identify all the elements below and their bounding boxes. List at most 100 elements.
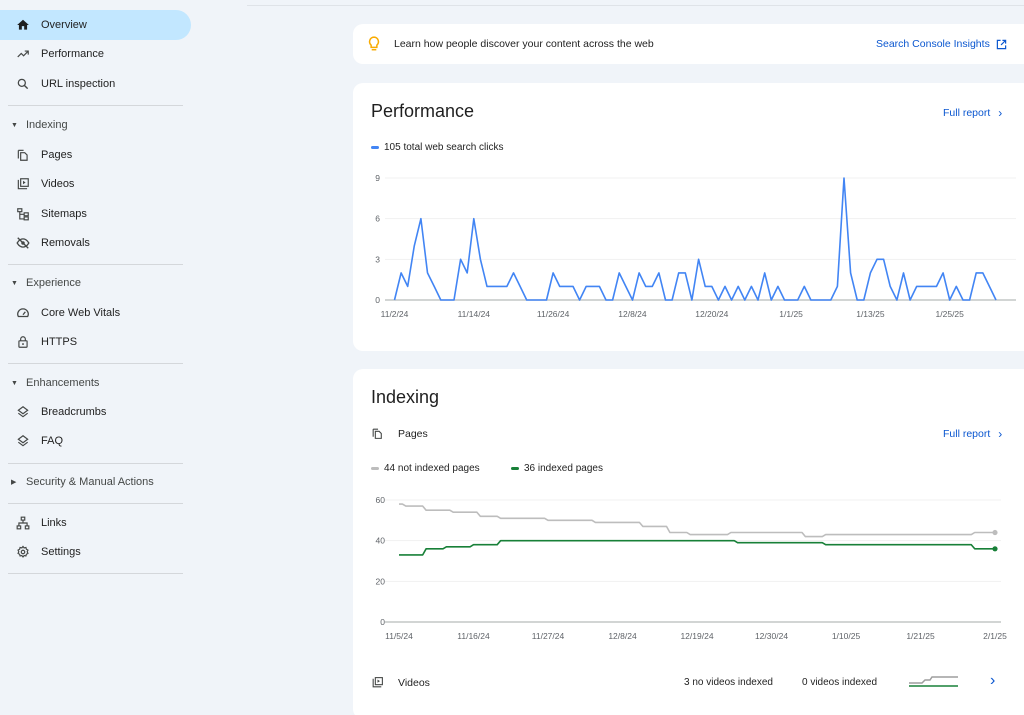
videos-not-indexed-count: 3 no videos indexed — [684, 677, 773, 688]
performance-chart: 0 3 6 9 11/2/24 11/14/24 11/26/24 12/8/24 12/20/… — [375, 173, 1016, 319]
series-end-point — [992, 529, 998, 536]
sidebar-item-breadcrumbs[interactable]: Breadcrumbs — [0, 397, 191, 427]
x-tick-label: 11/14/24 — [458, 309, 491, 319]
nav-divider — [8, 503, 183, 504]
sidebar-section-security[interactable]: ▶ Security & Manual Actions — [0, 470, 191, 494]
sidebar-item-url-inspection[interactable]: URL inspection — [0, 69, 191, 99]
visibility-off-icon — [16, 236, 30, 250]
nav-divider — [8, 264, 183, 265]
sidebar-item-faq[interactable]: FAQ — [0, 426, 191, 456]
section-label: Security & Manual Actions — [26, 476, 154, 488]
sidebar-item-label: Pages — [41, 149, 73, 161]
videos-row-label[interactable]: Videos — [371, 676, 430, 689]
series-line-not-indexed — [399, 503, 995, 538]
caret-down-icon: ▼ — [11, 279, 18, 287]
gear-icon — [16, 545, 30, 559]
header-divider — [247, 5, 1024, 6]
sidebar-section-experience[interactable]: ▼ Experience — [0, 271, 191, 295]
sidebar-item-label: HTTPS — [41, 336, 78, 348]
sparkline-not-indexed — [909, 676, 958, 684]
y-tick-label: 20 — [376, 576, 386, 586]
link-label: Search Console Insights — [876, 38, 990, 50]
sidebar-item-https[interactable]: HTTPS — [0, 327, 191, 357]
links-icon — [16, 516, 30, 530]
section-label: Experience — [26, 277, 82, 289]
y-tick-label: 60 — [376, 495, 386, 505]
y-tick-label: 6 — [375, 214, 380, 224]
caret-right-icon: ▶ — [11, 479, 17, 486]
sidebar-item-label: Performance — [41, 48, 104, 60]
sidebar-item-label: Videos — [41, 178, 75, 190]
videos-label: Videos — [398, 676, 430, 689]
sidebar-item-pages[interactable]: Pages — [0, 140, 191, 170]
x-tick-label: 1/21/25 — [906, 631, 935, 641]
sidebar-item-label: Links — [41, 517, 67, 529]
sidebar-item-performance[interactable]: Performance — [0, 39, 191, 69]
caret-down-icon: ▼ — [11, 379, 18, 387]
insights-banner: Learn how people discover your content a… — [353, 24, 1024, 64]
caret-down-icon: ▼ — [11, 121, 18, 129]
sidebar-item-label: URL inspection — [41, 78, 116, 90]
sidebar-item-label: Core Web Vitals — [41, 307, 121, 319]
video-library-icon — [16, 177, 30, 191]
sidebar-section-enhancements[interactable]: ▼ Enhancements — [0, 371, 191, 395]
y-tick-label: 40 — [376, 536, 386, 546]
x-tick-label: 12/30/24 — [755, 631, 788, 641]
nav-divider — [8, 573, 183, 574]
sidebar-item-sitemaps[interactable]: Sitemaps — [0, 199, 191, 229]
sitemap-icon — [16, 207, 30, 221]
section-label: Enhancements — [26, 377, 100, 389]
video-library-icon — [372, 677, 383, 688]
indexing-chart: 0 20 40 60 11/5/24 11/16/24 11/27/24 12/8/24 12/… — [376, 495, 1008, 641]
sidebar-item-label: Breadcrumbs — [41, 406, 107, 418]
open-in-new-icon — [996, 39, 1007, 49]
x-tick-label: 12/20/24 — [695, 309, 728, 319]
pages-icon — [16, 148, 30, 162]
x-tick-label: 1/10/25 — [832, 631, 861, 641]
series-end-point — [992, 546, 998, 552]
y-tick-label: 0 — [380, 617, 385, 627]
x-tick-label: 12/8/24 — [608, 631, 637, 641]
home-icon — [16, 18, 30, 32]
nav-divider — [8, 105, 183, 106]
x-tick-label: 11/27/24 — [532, 631, 565, 641]
y-tick-label: 9 — [375, 173, 380, 183]
x-tick-label: 11/2/24 — [381, 309, 409, 319]
trending-up-icon — [16, 47, 30, 61]
series-line-indexed — [399, 539, 995, 556]
lightbulb-icon — [367, 36, 381, 52]
sidebar-item-links[interactable]: Links — [0, 508, 191, 538]
sidebar: Overview Performance URL inspection ▼ In… — [0, 0, 192, 715]
videos-chevron-right-icon[interactable]: › — [990, 672, 995, 690]
layers-icon — [16, 434, 30, 448]
x-tick-label: 1/13/25 — [856, 309, 885, 319]
x-tick-label: 2/1/25 — [983, 631, 1007, 641]
sidebar-item-overview[interactable]: Overview — [0, 10, 191, 40]
indexing-card: Indexing Pages Full report › 44 not inde… — [353, 369, 1024, 715]
nav-divider — [8, 463, 183, 464]
sidebar-item-settings[interactable]: Settings — [0, 537, 191, 567]
layers-icon — [16, 405, 30, 419]
x-tick-label: 12/8/24 — [618, 309, 647, 319]
sidebar-item-core-web-vitals[interactable]: Core Web Vitals — [0, 298, 191, 328]
sidebar-item-removals[interactable]: Removals — [0, 228, 191, 258]
sidebar-section-indexing[interactable]: ▼ Indexing — [0, 113, 191, 137]
x-tick-label: 11/16/24 — [457, 631, 490, 641]
sidebar-item-label: FAQ — [41, 435, 64, 447]
x-tick-label: 12/19/24 — [680, 631, 713, 641]
sidebar-item-label: Sitemaps — [41, 208, 87, 220]
search-console-insights-link[interactable]: Search Console Insights — [876, 38, 1007, 50]
lock-icon — [16, 335, 30, 349]
sidebar-item-label: Settings — [41, 546, 81, 558]
nav-divider — [8, 363, 183, 364]
x-tick-label: 11/26/24 — [537, 309, 570, 319]
videos-sparkline — [909, 676, 958, 687]
series-line-clicks — [393, 177, 997, 301]
sidebar-item-label: Removals — [41, 237, 90, 249]
videos-indexed-count: 0 videos indexed — [802, 677, 878, 688]
sidebar-item-videos[interactable]: Videos — [0, 169, 191, 199]
x-tick-label: 1/25/25 — [936, 309, 965, 319]
x-tick-label: 11/5/24 — [385, 631, 413, 641]
performance-card: Performance Full report › 105 total web … — [353, 83, 1024, 351]
section-label: Indexing — [26, 119, 68, 131]
